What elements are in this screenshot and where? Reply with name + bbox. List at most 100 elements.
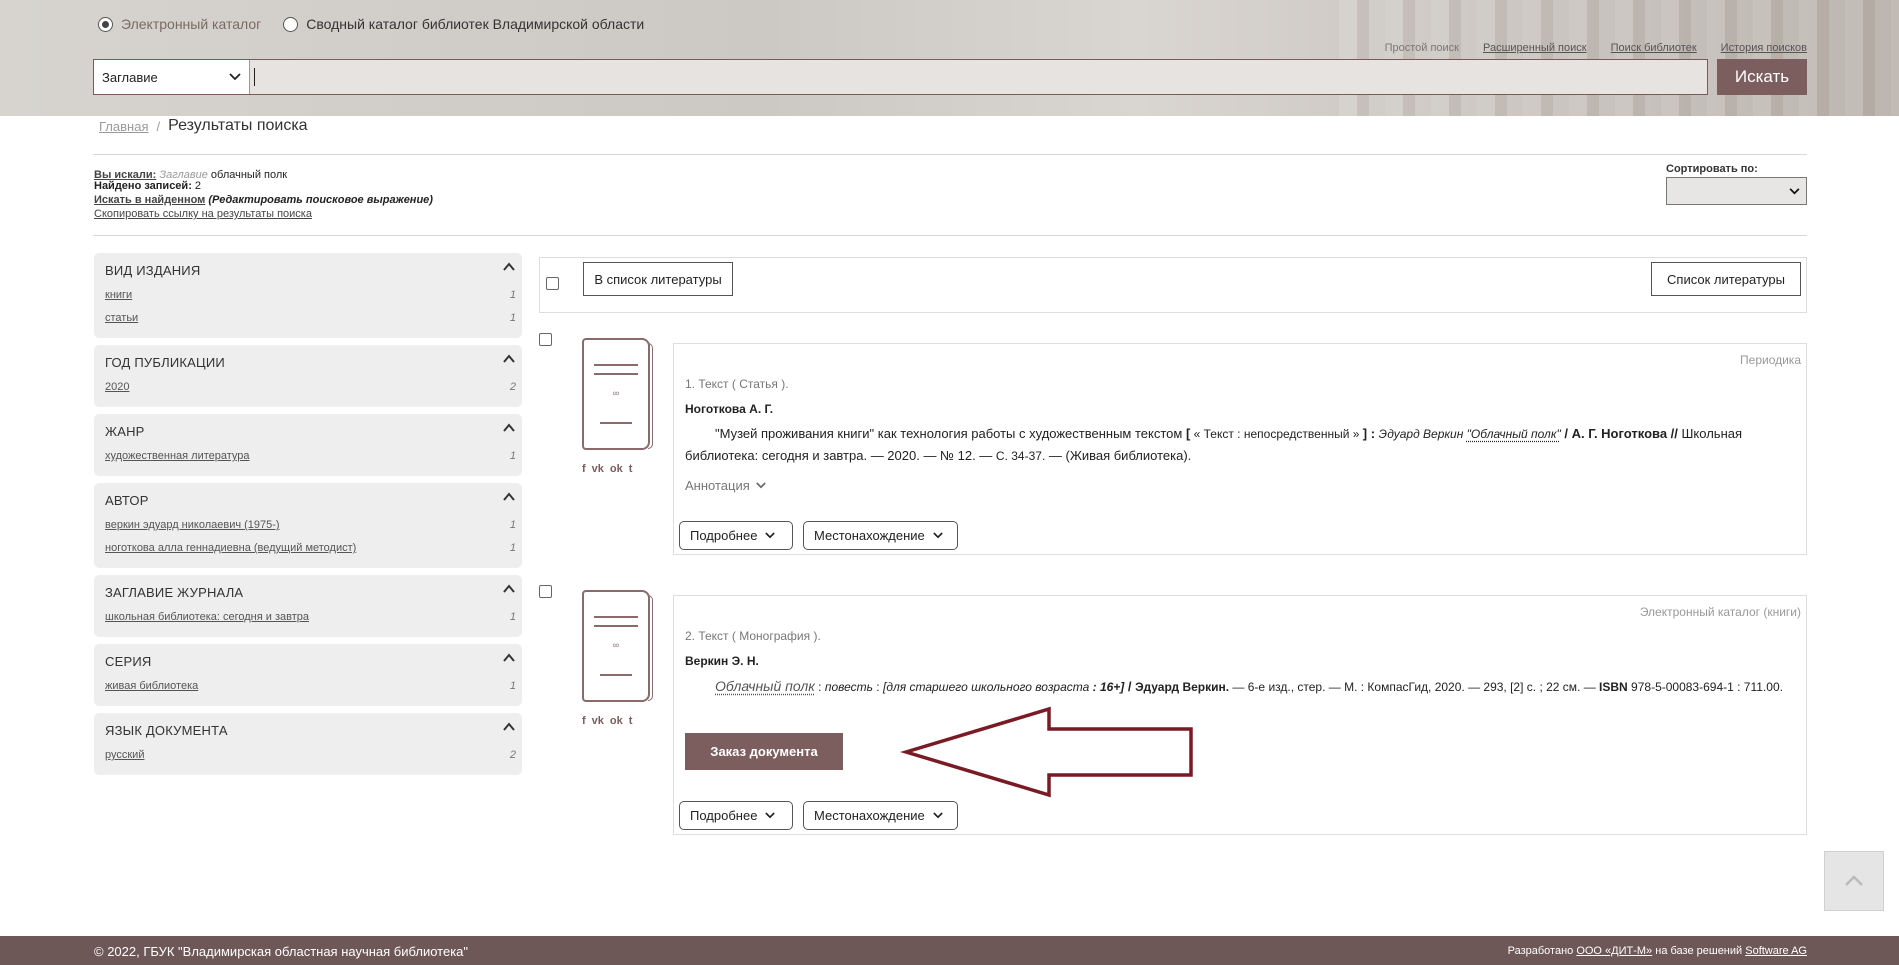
facet-genre: ЖАНР художественная литература 1 xyxy=(94,414,522,476)
radio-union-catalog[interactable] xyxy=(283,16,299,32)
catalog-selector: Электронный каталог Сводный каталог библ… xyxy=(98,16,644,32)
page-title: Результаты поиска xyxy=(168,117,308,134)
facet-title[interactable]: ЗАГЛАВИЕ ЖУРНАЛА xyxy=(105,585,516,600)
searched-value: облачный полк xyxy=(210,169,288,181)
odnoklassniki-icon[interactable]: ok xyxy=(610,715,623,727)
facet-item[interactable]: ноготкова алла геннадиевна (ведущий мето… xyxy=(105,537,516,560)
footer-copyright: © 2022, ГБУК "Владимирская областная нау… xyxy=(94,944,469,959)
search-field-value: Заглавие xyxy=(102,69,158,85)
chevron-up-icon[interactable] xyxy=(502,422,516,434)
link-library-search[interactable]: Поиск библиотек xyxy=(1611,42,1697,54)
chevron-up-icon[interactable] xyxy=(502,353,516,365)
chevron-up-icon[interactable] xyxy=(502,721,516,733)
results-toolbar: В список литературы Список литературы xyxy=(539,257,1807,313)
facet-publication-type: ВИД ИЗДАНИЯ книги 1 статьи 1 xyxy=(94,253,522,338)
result-source: Периодика xyxy=(1740,353,1801,367)
order-document-button[interactable]: Заказ документа xyxy=(685,733,843,770)
developer-link[interactable]: ООО «ДИТ-М» xyxy=(1576,945,1652,957)
location-button[interactable]: Местонахождение xyxy=(803,521,958,550)
link-simple-search[interactable]: Простой поиск xyxy=(1385,42,1459,54)
vk-icon[interactable]: vk xyxy=(592,715,604,727)
facet-journal-title: ЗАГЛАВИЕ ЖУРНАЛА школьная библиотека: се… xyxy=(94,575,522,637)
chevron-up-icon[interactable] xyxy=(502,652,516,664)
result-description: "Музей проживания книги" как технология … xyxy=(685,426,1743,463)
details-button[interactable]: Подробнее xyxy=(679,521,793,550)
facet-title[interactable]: ЖАНР xyxy=(105,424,516,439)
chevron-down-icon xyxy=(1789,187,1800,194)
facet-item[interactable]: статьи 1 xyxy=(105,307,516,330)
breadcrumb-home[interactable]: Главная xyxy=(99,119,148,134)
facet-item[interactable]: книги 1 xyxy=(105,284,516,307)
result-description: Облачный полк : повесть : [для старшего … xyxy=(715,678,1783,694)
odnoklassniki-icon[interactable]: ok xyxy=(610,463,623,475)
divider xyxy=(93,154,1807,155)
book-thumbnail[interactable]: ∞ xyxy=(582,590,653,702)
search-button[interactable]: Искать xyxy=(1717,59,1807,95)
facet-item[interactable]: живая библиотека 1 xyxy=(105,675,516,698)
search-in-found-link[interactable]: Искать в найденном xyxy=(94,194,205,206)
chevron-up-icon[interactable] xyxy=(502,491,516,503)
select-all-checkbox[interactable] xyxy=(546,277,559,290)
sort-select[interactable] xyxy=(1666,177,1807,205)
facet-title[interactable]: ЯЗЫК ДОКУМЕНТА xyxy=(105,723,516,738)
result-author: Ноготкова А. Г. xyxy=(685,402,774,416)
twitter-icon[interactable]: t xyxy=(629,715,633,727)
radio-electronic-catalog[interactable] xyxy=(98,16,113,32)
facet-title[interactable]: ВИД ИЗДАНИЯ xyxy=(105,263,516,278)
chevron-down-icon xyxy=(765,812,776,819)
facet-item[interactable]: веркин эдуард николаевич (1975-) 1 xyxy=(105,514,516,537)
edit-expression-link[interactable]: (Редактировать поисковое выражение) xyxy=(208,194,433,206)
result-checkbox[interactable] xyxy=(539,585,552,598)
chevron-down-icon xyxy=(933,812,943,819)
result-card: Периодика 1. Текст ( Статья ). Ноготкова… xyxy=(673,343,1807,555)
vendor-link[interactable]: Software AG xyxy=(1745,945,1807,957)
radio-union-catalog-label[interactable]: Сводный каталог библиотек Владимирской о… xyxy=(306,16,644,32)
search-in-found-line: Искать в найденном (Редактировать поиско… xyxy=(94,193,433,207)
radio-electronic-catalog-label[interactable]: Электронный каталог xyxy=(121,16,261,32)
facet-series: СЕРИЯ живая библиотека 1 xyxy=(94,644,522,706)
location-button[interactable]: Местонахождение xyxy=(803,801,958,830)
copy-link-line: Скопировать ссылку на результаты поиска xyxy=(94,207,433,221)
footer-developer: Разработано ООО «ДИТ-М» на базе решений … xyxy=(1507,945,1807,957)
facet-title[interactable]: СЕРИЯ xyxy=(105,654,516,669)
chevron-up-icon xyxy=(1845,875,1863,886)
facet-title[interactable]: АВТОР xyxy=(105,493,516,508)
chevron-up-icon[interactable] xyxy=(502,261,516,273)
facet-item[interactable]: школьная библиотека: сегодня и завтра 1 xyxy=(105,606,516,629)
chevron-up-icon[interactable] xyxy=(502,583,516,595)
header-banner: Электронный каталог Сводный каталог библ… xyxy=(0,0,1899,116)
breadcrumb: Главная / Результаты поиска xyxy=(99,117,308,135)
query-info: Вы искали: Заглавие облачный полк Найден… xyxy=(94,168,433,221)
copy-results-link[interactable]: Скопировать ссылку на результаты поиска xyxy=(94,208,312,220)
search-input[interactable] xyxy=(250,60,1707,94)
facebook-icon[interactable]: f xyxy=(582,463,586,475)
chevron-down-icon xyxy=(229,73,241,81)
facet-item[interactable]: художественная литература 1 xyxy=(105,445,516,468)
facebook-icon[interactable]: f xyxy=(582,715,586,727)
book-thumbnail[interactable]: ∞ xyxy=(582,338,653,450)
search-field-select[interactable]: Заглавие xyxy=(94,60,250,94)
result-card: Электронный каталог (книги) 2. Текст ( М… xyxy=(673,595,1807,835)
scroll-to-top-button[interactable] xyxy=(1824,851,1884,911)
result-kind: 2. Текст ( Монография ). xyxy=(685,629,821,643)
details-button[interactable]: Подробнее xyxy=(679,801,793,830)
search-bar: Заглавие xyxy=(93,59,1708,95)
bookshelf-background xyxy=(1339,0,1899,116)
vk-icon[interactable]: vk xyxy=(592,463,604,475)
facet-item[interactable]: русский 2 xyxy=(105,744,516,767)
chevron-down-icon xyxy=(756,482,766,489)
add-to-list-button[interactable]: В список литературы xyxy=(583,262,733,296)
infinity-icon: ∞ xyxy=(612,388,620,398)
link-advanced-search[interactable]: Расширенный поиск xyxy=(1483,42,1587,54)
facet-title[interactable]: ГОД ПУБЛИКАЦИИ xyxy=(105,355,516,370)
annotation-toggle[interactable]: Аннотация xyxy=(685,478,766,493)
search-mode-links: Простой поиск Расширенный поиск Поиск би… xyxy=(1385,42,1807,54)
literature-list-button[interactable]: Список литературы xyxy=(1651,262,1801,296)
facet-item[interactable]: 2020 2 xyxy=(105,376,516,399)
facet-publication-year: ГОД ПУБЛИКАЦИИ 2020 2 xyxy=(94,345,522,407)
result-checkbox[interactable] xyxy=(539,333,552,346)
found-label: Найдено записей: xyxy=(94,180,192,192)
twitter-icon[interactable]: t xyxy=(629,463,633,475)
breadcrumb-separator: / xyxy=(156,118,161,134)
link-search-history[interactable]: История поисков xyxy=(1721,42,1807,54)
